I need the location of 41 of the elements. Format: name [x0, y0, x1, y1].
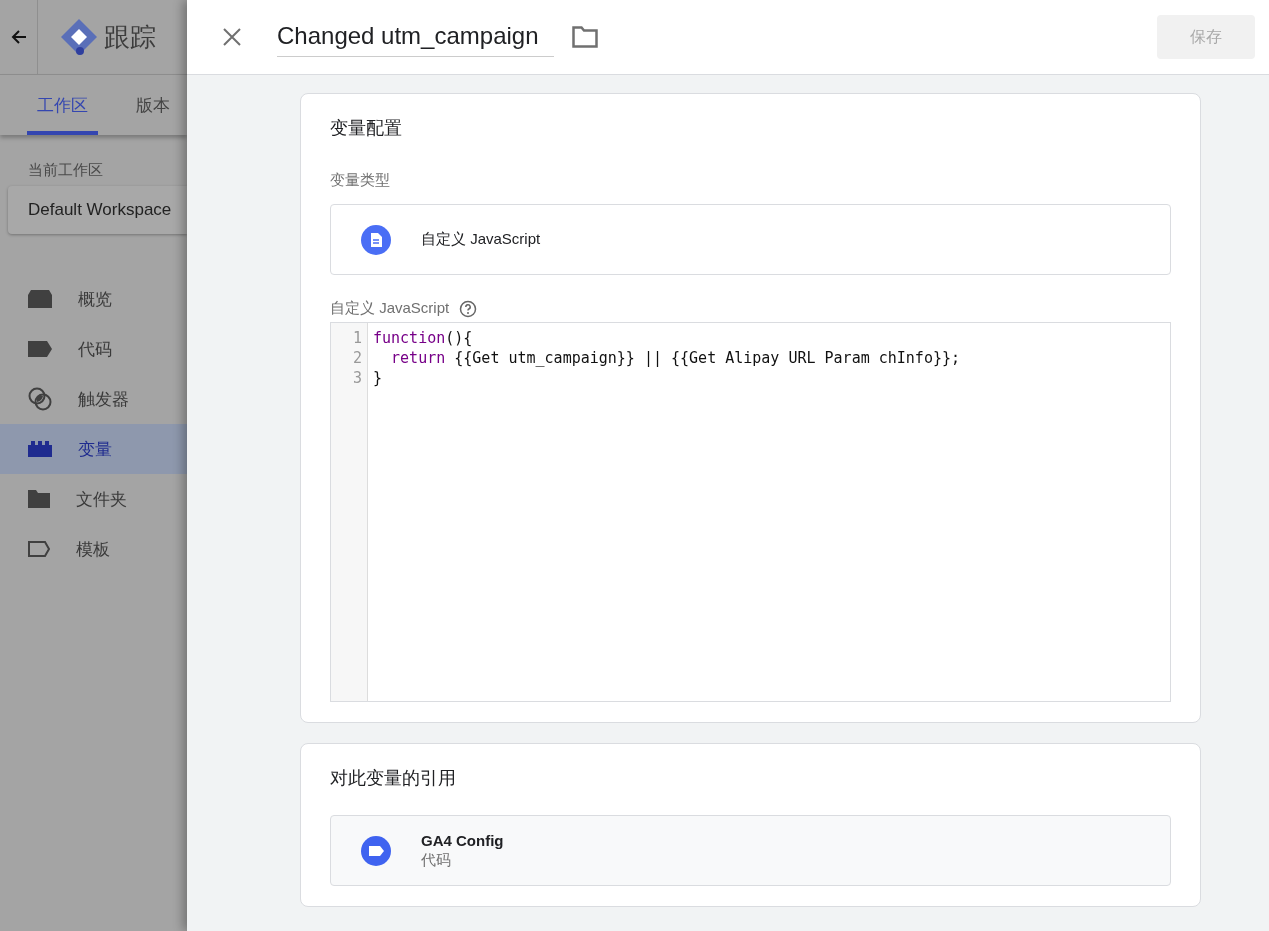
workspace-selector[interactable]: Default Workspace	[8, 186, 187, 234]
variable-name-field[interactable]: Changed utm_campaign	[277, 17, 554, 57]
code-line: return {{Get utm_campaign}} || {{Get Alipay URL Param chInfo}};	[390, 348, 960, 368]
sidebar-item[interactable]: 变量	[0, 424, 187, 474]
workspace-label: 当前工作区	[28, 161, 104, 180]
code-line: }	[373, 368, 384, 388]
code-line: function(){	[373, 328, 474, 348]
close-icon	[223, 28, 241, 46]
sidebar-item[interactable]: 代码	[0, 324, 187, 374]
tag-icon	[28, 341, 52, 357]
reference-name: GA4 Config	[421, 831, 504, 849]
line-number: 1	[352, 328, 362, 348]
diamond-logo-icon	[60, 18, 98, 56]
back-arrow-icon	[10, 29, 27, 45]
tag-outline-icon	[28, 541, 50, 557]
circles-icon	[28, 387, 52, 411]
sidebar-item[interactable]: 文件夹	[0, 474, 187, 524]
tag-icon	[361, 835, 391, 866]
code-label: 自定义 JavaScript	[330, 299, 450, 318]
folder-button[interactable]	[572, 26, 598, 48]
sidebar-item[interactable]: 概览	[0, 274, 187, 324]
variable-type-label: 变量类型	[330, 171, 391, 190]
folder-icon	[28, 490, 50, 508]
sidebar-item[interactable]: 触发器	[0, 374, 187, 424]
document-icon	[361, 224, 391, 255]
container-title: 跟踪	[104, 20, 156, 54]
code-editor[interactable]: 1 2 3 function(){ return {{Get utm_campaign}} || {{Get Alipay URL Param chInfo}}; }	[330, 322, 1171, 702]
line-number: 2	[352, 348, 362, 368]
briefcase-icon	[28, 290, 52, 308]
card-title: 变量配置	[330, 117, 403, 140]
reference-type: 代码	[421, 850, 452, 870]
folder-outline-icon	[572, 26, 598, 48]
variable-type-selector[interactable]: 自定义 JavaScript	[330, 204, 1171, 275]
reference-item[interactable]: GA4 Config 代码	[330, 815, 1171, 886]
line-number: 3	[352, 368, 362, 388]
sidebar-item[interactable]: 模板	[0, 524, 187, 574]
nav-tab[interactable]: 版本	[126, 75, 180, 135]
blocks-icon	[28, 441, 52, 457]
card-title: 对此变量的引用	[330, 767, 457, 790]
nav-tab[interactable]: 工作区	[27, 75, 98, 135]
help-icon[interactable]	[459, 299, 478, 318]
